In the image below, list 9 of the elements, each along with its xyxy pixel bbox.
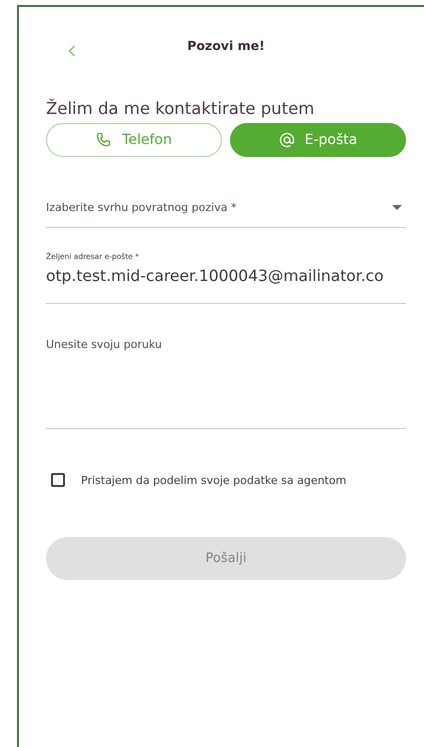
consent-checkbox[interactable] — [51, 473, 65, 487]
dropdown-caret-icon — [392, 204, 402, 210]
consent-label: Pristajem da podelim svoje podatke sa agentom — [81, 474, 346, 486]
contact-prompt: Želim da me kontaktirate putem — [46, 99, 316, 118]
at-sign-icon — [278, 132, 295, 148]
phone-icon — [96, 132, 112, 148]
page-title: Pozovi me! — [187, 38, 265, 55]
message-field[interactable]: Unesite svoju poruku — [46, 338, 406, 429]
purpose-dropdown[interactable]: Izaberite svrhu povratnog poziva * — [46, 187, 406, 228]
